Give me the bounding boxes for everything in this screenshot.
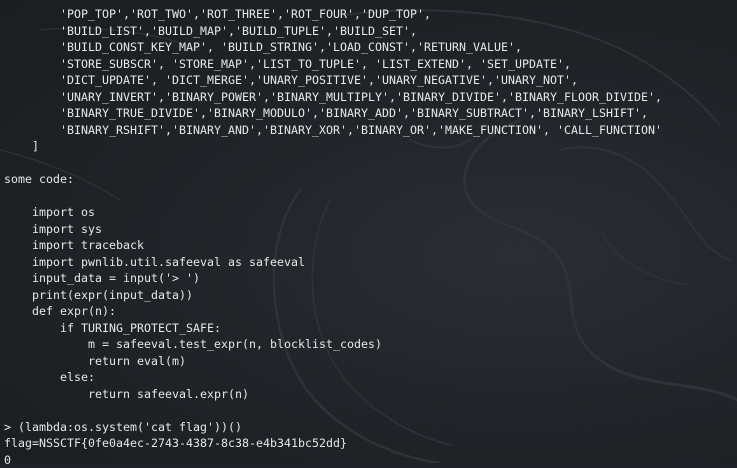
code-line: import os xyxy=(4,204,662,221)
blocklist-line: 'DICT_UPDATE', 'DICT_MERGE','UNARY_POSIT… xyxy=(4,72,662,89)
blocklist-line: 'UNARY_INVERT','BINARY_POWER','BINARY_MU… xyxy=(4,89,662,106)
return-value-line: 0 xyxy=(4,452,662,468)
blank-line xyxy=(4,402,662,419)
code-line: print(expr(input_data)) xyxy=(4,287,662,304)
section-heading-line: some code: xyxy=(4,171,662,188)
blocklist-line: 'POP_TOP','ROT_TWO','ROT_THREE','ROT_FOU… xyxy=(4,6,662,23)
blank-line xyxy=(4,155,662,172)
flag-output-line: flag=NSSCTF{0fe0a4ec-2743-4387-8c38-e4b3… xyxy=(4,435,662,452)
blocklist-line: 'BUILD_LIST','BUILD_MAP','BUILD_TUPLE','… xyxy=(4,23,662,40)
code-line: input_data = input('> ') xyxy=(4,270,662,287)
code-line: m = safeeval.test_expr(n, blocklist_code… xyxy=(4,336,662,353)
blank-line xyxy=(4,188,662,205)
terminal-window[interactable]: 'POP_TOP','ROT_TWO','ROT_THREE','ROT_FOU… xyxy=(0,0,737,463)
blocklist-line: 'BINARY_TRUE_DIVIDE','BINARY_MODULO','BI… xyxy=(4,105,662,122)
blocklist-line: 'BUILD_CONST_KEY_MAP', 'BUILD_STRING','L… xyxy=(4,39,662,56)
code-line: return eval(m) xyxy=(4,353,662,370)
code-line: if TURING_PROTECT_SAFE: xyxy=(4,320,662,337)
blocklist-close-line: ] xyxy=(4,138,662,155)
code-line: import traceback xyxy=(4,237,662,254)
terminal-output: 'POP_TOP','ROT_TWO','ROT_THREE','ROT_FOU… xyxy=(4,6,662,468)
code-line: def expr(n): xyxy=(4,303,662,320)
prompt-input-line[interactable]: > (lambda:os.system('cat flag'))() xyxy=(4,419,662,436)
code-line: else: xyxy=(4,369,662,386)
code-line: import sys xyxy=(4,221,662,238)
blocklist-line: 'BINARY_RSHIFT','BINARY_AND','BINARY_XOR… xyxy=(4,122,662,139)
code-line: return safeeval.expr(n) xyxy=(4,386,662,403)
code-line: import pwnlib.util.safeeval as safeeval xyxy=(4,254,662,271)
blocklist-line: 'STORE_SUBSCR', 'STORE_MAP','LIST_TO_TUP… xyxy=(4,56,662,73)
